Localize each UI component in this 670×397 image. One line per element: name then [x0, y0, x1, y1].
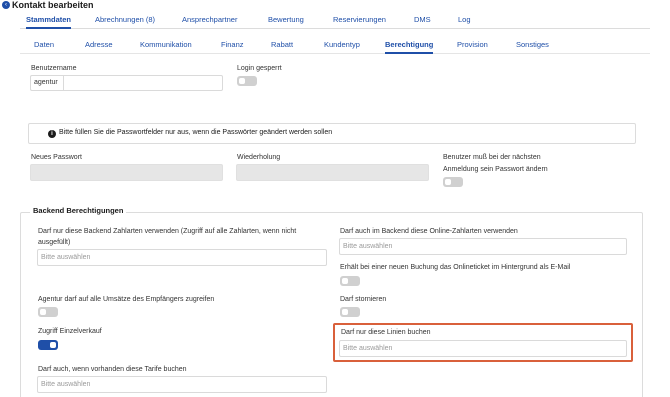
login-locked-label: Login gesperrt	[237, 65, 282, 72]
tab-bewertung[interactable]: Bewertung	[268, 11, 304, 29]
page-title: Kontakt bearbeiten	[12, 0, 94, 10]
tab-stammdaten[interactable]: Stammdaten	[26, 11, 72, 29]
online-zahlarten-label: Darf auch im Backend diese Online-Zahlar…	[340, 228, 518, 235]
stornieren-label: Darf stornieren	[340, 296, 387, 303]
zahlarten-select[interactable]: Bitte auswählen	[37, 249, 327, 266]
force-change-toggle[interactable]	[443, 177, 463, 187]
username-prefix: agentur	[30, 75, 63, 91]
subtab-berechtigung[interactable]: Berechtigung	[385, 36, 434, 54]
tab-dms[interactable]: DMS	[414, 11, 431, 29]
tab-reservierungen[interactable]: Reservierungen	[333, 11, 386, 29]
subtab-sonstiges[interactable]: Sonstiges	[516, 36, 549, 54]
toggle-knob	[342, 278, 348, 284]
onlineticket-label: Erhält bei einer neuen Buchung das Onlin…	[340, 264, 571, 271]
new-password-input[interactable]	[30, 164, 223, 181]
toggle-knob	[40, 309, 46, 315]
repeat-password-input[interactable]	[236, 164, 429, 181]
einzelverkauf-toggle[interactable]	[38, 340, 58, 350]
force-change-label-1: Benutzer muß bei der nächsten	[443, 154, 541, 161]
main-tabs: Stammdaten Abrechnungen (8) Ansprechpart…	[20, 11, 650, 29]
zahlarten-placeholder: Bitte auswählen	[41, 254, 91, 261]
linien-placeholder: Bitte auswählen	[343, 345, 393, 352]
subtab-kundentyp[interactable]: Kundentyp	[324, 36, 360, 54]
umsaetze-toggle[interactable]	[38, 307, 58, 317]
backend-permissions-legend: Backend Berechtigungen	[30, 206, 127, 215]
login-locked-toggle[interactable]	[237, 76, 257, 86]
tab-log[interactable]: Log	[458, 11, 471, 29]
sub-tabs: Daten Adresse Kommunikation Finanz Rabat…	[20, 36, 650, 54]
tab-abrechnungen[interactable]: Abrechnungen (8)	[95, 11, 155, 29]
online-zahlarten-placeholder: Bitte auswählen	[343, 243, 393, 250]
zahlarten-label-1: Darf nur diese Backend Zahlarten verwend…	[38, 228, 297, 235]
password-info-text: Bitte füllen Sie die Passwortfelder nur …	[59, 129, 333, 136]
onlineticket-toggle[interactable]	[340, 276, 360, 286]
back-arrow-icon[interactable]: ‹	[2, 1, 10, 9]
subtab-finanz[interactable]: Finanz	[221, 36, 244, 54]
tab-ansprechpartner[interactable]: Ansprechpartner	[182, 11, 237, 29]
toggle-knob	[445, 179, 451, 185]
tarife-select[interactable]: Bitte auswählen	[37, 376, 327, 393]
tarife-placeholder: Bitte auswählen	[41, 381, 91, 388]
force-change-label-2: Anmeldung sein Passwort ändern	[443, 166, 548, 173]
stornieren-toggle[interactable]	[340, 307, 360, 317]
linien-select[interactable]: Bitte auswählen	[339, 340, 627, 357]
new-password-label: Neues Passwort	[31, 154, 82, 161]
subtab-daten[interactable]: Daten	[34, 36, 54, 54]
umsaetze-label: Agentur darf auf alle Umsätze des Empfän…	[38, 296, 215, 303]
subtab-rabatt[interactable]: Rabatt	[271, 36, 293, 54]
toggle-knob	[239, 78, 245, 84]
online-zahlarten-select[interactable]: Bitte auswählen	[339, 238, 627, 255]
password-info-box: i Bitte füllen Sie die Passwortfelder nu…	[28, 123, 636, 144]
einzelverkauf-label: Zugriff Einzelverkauf	[38, 328, 102, 335]
toggle-knob	[50, 342, 56, 348]
subtab-provision[interactable]: Provision	[457, 36, 488, 54]
subtab-kommunikation[interactable]: Kommunikation	[140, 36, 192, 54]
repeat-password-label: Wiederholung	[237, 154, 281, 161]
tarife-label: Darf auch, wenn vorhanden diese Tarife b…	[38, 366, 187, 373]
linien-label: Darf nur diese Linien buchen	[341, 329, 431, 336]
username-label: Benutzername	[31, 65, 77, 72]
subtab-adresse[interactable]: Adresse	[85, 36, 113, 54]
username-input[interactable]	[63, 75, 223, 91]
info-icon: i	[48, 130, 56, 138]
toggle-knob	[342, 309, 348, 315]
zahlarten-label-2: ausgefüllt)	[38, 239, 71, 246]
